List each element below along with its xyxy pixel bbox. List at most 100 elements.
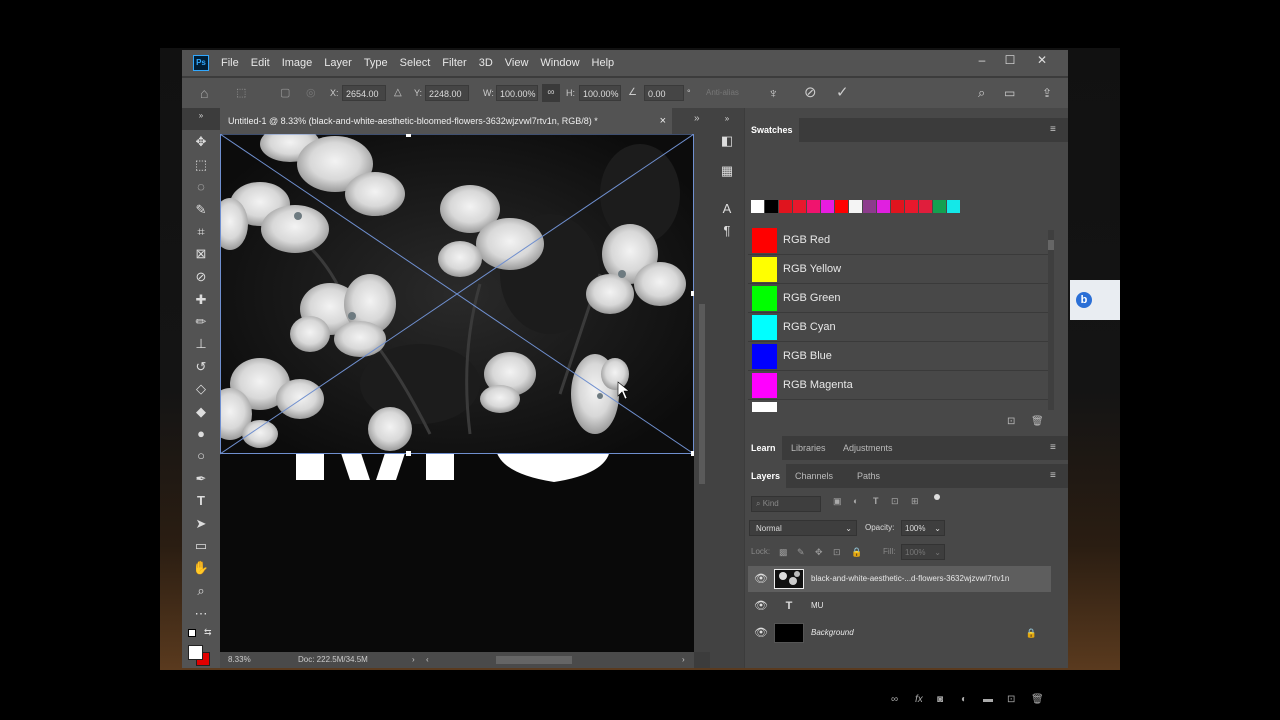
swatch-chip[interactable] [807, 200, 820, 213]
toolbar-collapse-icon[interactable]: » [189, 106, 213, 126]
close-tab-icon[interactable]: × [660, 108, 666, 134]
fill-field[interactable]: 100% ⌄ [901, 544, 945, 560]
scroll-right-icon[interactable]: › [682, 652, 685, 668]
history-panel-icon[interactable]: ◧ [718, 132, 736, 150]
paragraph-panel-icon[interactable]: ¶ [718, 222, 736, 240]
layer-filter-kind[interactable]: ⌕ Kind [751, 496, 821, 512]
swatch-chip[interactable] [933, 200, 946, 213]
filter-type-icon[interactable]: T [873, 496, 879, 506]
zoom-level[interactable]: 8.33% [228, 652, 251, 668]
doc-info[interactable]: Doc: 222.5M/34.5M [298, 652, 368, 668]
pen-tool-icon[interactable]: ✒ [189, 469, 213, 489]
history-brush-icon[interactable]: ↺ [189, 357, 213, 377]
quick-select-tool-icon[interactable]: ✎ [189, 200, 213, 220]
default-colors-icon[interactable] [188, 629, 196, 637]
filter-toggle-icon[interactable] [934, 494, 940, 500]
tab-learn[interactable]: Learn [745, 436, 782, 460]
add-mask-icon[interactable]: ◙ [937, 694, 943, 705]
dodge-tool-icon[interactable]: ○ [189, 446, 213, 466]
brush-tool-icon[interactable]: ✏ [189, 312, 213, 332]
lasso-tool-icon[interactable]: ◌ [189, 177, 213, 197]
maximize-button[interactable]: ☐ [996, 50, 1024, 70]
swatch-chip[interactable] [779, 200, 792, 213]
move-tool-icon[interactable]: ✥ [189, 132, 213, 152]
menu-file[interactable]: File [221, 57, 239, 69]
swatch-chip[interactable] [905, 200, 918, 213]
share-icon[interactable]: ⇪ [1042, 78, 1052, 108]
swatch-item[interactable]: RGB Blue [748, 342, 1048, 371]
layer-row-flowers[interactable]: 👁 black-and-white-aesthetic-...d-flowers… [748, 566, 1051, 592]
paint-bucket-icon[interactable]: ◆ [189, 402, 213, 422]
height-field[interactable]: 100.00% [579, 85, 621, 101]
commit-transform-icon[interactable]: ✓ [836, 78, 849, 108]
hand-tool-icon[interactable]: ✋ [189, 558, 213, 578]
horizontal-scroll-thumb[interactable] [496, 656, 572, 664]
lock-all-icon[interactable]: 🔒 [851, 544, 862, 560]
delta-icon[interactable]: ◎ [306, 78, 316, 108]
swap-colors-icon[interactable]: ⇆ [204, 627, 212, 638]
menu-edit[interactable]: Edit [251, 57, 270, 69]
angle-field[interactable]: 0.00 [644, 85, 684, 101]
swatch-chip[interactable] [765, 200, 778, 213]
eye-icon[interactable]: 👁 [754, 620, 768, 646]
x-position-field[interactable]: 2654.00 px [342, 85, 386, 115]
swatch-chip[interactable] [751, 200, 764, 213]
eyedropper-tool-icon[interactable]: ⊘ [189, 267, 213, 287]
swatch-chip[interactable] [821, 200, 834, 213]
marquee-tool-icon[interactable]: ⬚ [189, 155, 213, 175]
layer-row-mu[interactable]: 👁 T MU [748, 593, 1051, 619]
vertical-scrollbar[interactable] [694, 134, 710, 652]
swatch-item[interactable]: RGB Red [748, 226, 1048, 255]
new-layer-icon[interactable]: ⊡ [1007, 694, 1015, 705]
swatch-color[interactable] [752, 402, 777, 412]
document-tab[interactable]: Untitled-1 @ 8.33% (black-and-white-aest… [220, 108, 672, 134]
warp-icon[interactable]: ♆ [768, 78, 779, 108]
swatch-chip[interactable] [835, 200, 848, 213]
blend-mode-select[interactable]: Normal ⌄ [749, 520, 857, 536]
menu-3d[interactable]: 3D [479, 57, 493, 69]
zoom-tool-icon[interactable]: ⌕ [189, 581, 213, 601]
swatch-list-scrollbar[interactable] [1048, 230, 1054, 410]
frame-tool-icon[interactable]: ⊠ [189, 244, 213, 264]
lock-artboard-icon[interactable]: ⊡ [833, 544, 841, 560]
filter-adjustment-icon[interactable]: ◐ [853, 496, 858, 506]
search-icon[interactable]: ⌕ [978, 78, 985, 108]
tab-layers[interactable]: Layers [745, 464, 787, 488]
reference-point-icon[interactable]: ▢ [280, 78, 290, 108]
new-swatch-icon[interactable]: ⊡ [1007, 416, 1015, 427]
swatch-chip[interactable] [793, 200, 806, 213]
swatch-item[interactable]: RGB Yellow [748, 255, 1048, 284]
swatch-chip[interactable] [947, 200, 960, 213]
delta-triangle-icon[interactable]: △ [394, 78, 402, 108]
lock-position-icon[interactable]: ✥ [815, 544, 823, 560]
stamp-tool-icon[interactable]: ⊥ [189, 334, 213, 354]
lock-transparent-icon[interactable]: ▩ [779, 544, 788, 560]
panel-expand-icon[interactable]: » [694, 108, 700, 130]
menu-view[interactable]: View [505, 57, 529, 69]
menu-image[interactable]: Image [282, 57, 313, 69]
foreground-color-swatch[interactable] [188, 645, 203, 660]
rectangle-tool-icon[interactable]: ▭ [189, 536, 213, 556]
menu-select[interactable]: Select [400, 57, 431, 69]
fx-icon[interactable]: fx [915, 694, 923, 705]
type-tool-icon[interactable]: T [189, 491, 213, 511]
delete-swatch-icon[interactable]: 🗑 [1031, 416, 1044, 427]
scroll-left-icon[interactable]: ‹ [426, 652, 429, 668]
tab-libraries[interactable]: Libraries [785, 436, 832, 460]
tab-channels[interactable]: Channels [789, 464, 839, 488]
menu-filter[interactable]: Filter [442, 57, 466, 69]
delete-layer-icon[interactable]: 🗑 [1031, 694, 1044, 705]
canvas-area[interactable] [220, 134, 694, 652]
learn-menu-icon[interactable]: ≡ [1050, 443, 1060, 453]
layer-row-background[interactable]: 👁 Background 🔒 [748, 620, 1051, 646]
swatch-scroll-thumb[interactable] [1048, 240, 1054, 250]
crop-tool-icon[interactable]: ⌗ [189, 222, 213, 242]
filter-image-icon[interactable]: ▣ [833, 496, 842, 507]
swatch-chip[interactable] [891, 200, 904, 213]
vertical-scroll-thumb[interactable] [699, 304, 705, 484]
blur-tool-icon[interactable]: ● [189, 424, 213, 444]
eraser-tool-icon[interactable]: ◇ [189, 379, 213, 399]
character-panel-icon[interactable]: A [718, 200, 736, 218]
group-icon[interactable]: ▬ [983, 694, 993, 705]
healing-tool-icon[interactable]: ✚ [189, 290, 213, 310]
